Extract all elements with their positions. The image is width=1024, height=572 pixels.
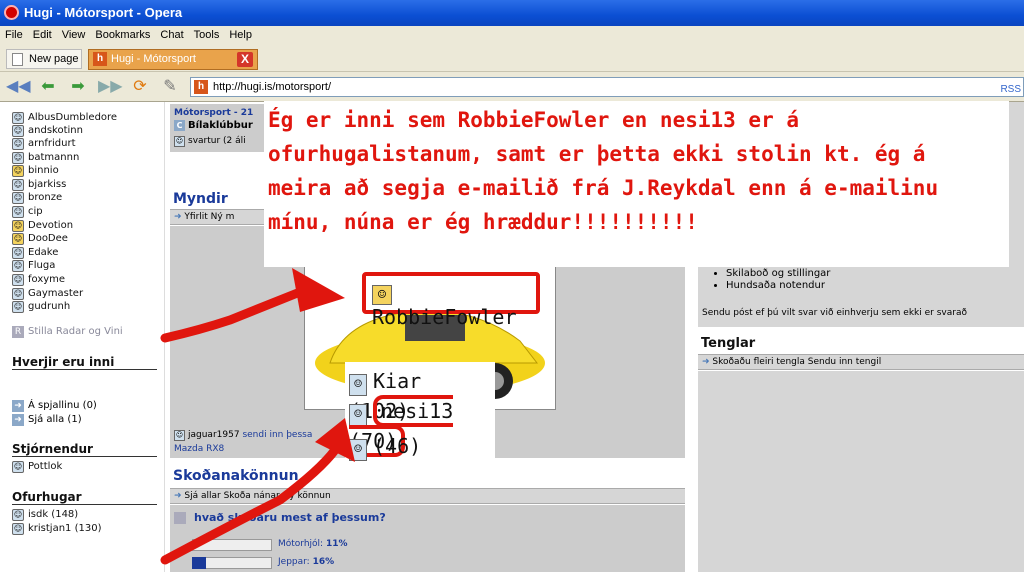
arrow-head-upper (292, 268, 345, 312)
arrow-stroke-upper (160, 287, 305, 343)
annotation-arrows (160, 268, 355, 565)
arrow-stroke-lower (160, 445, 340, 565)
